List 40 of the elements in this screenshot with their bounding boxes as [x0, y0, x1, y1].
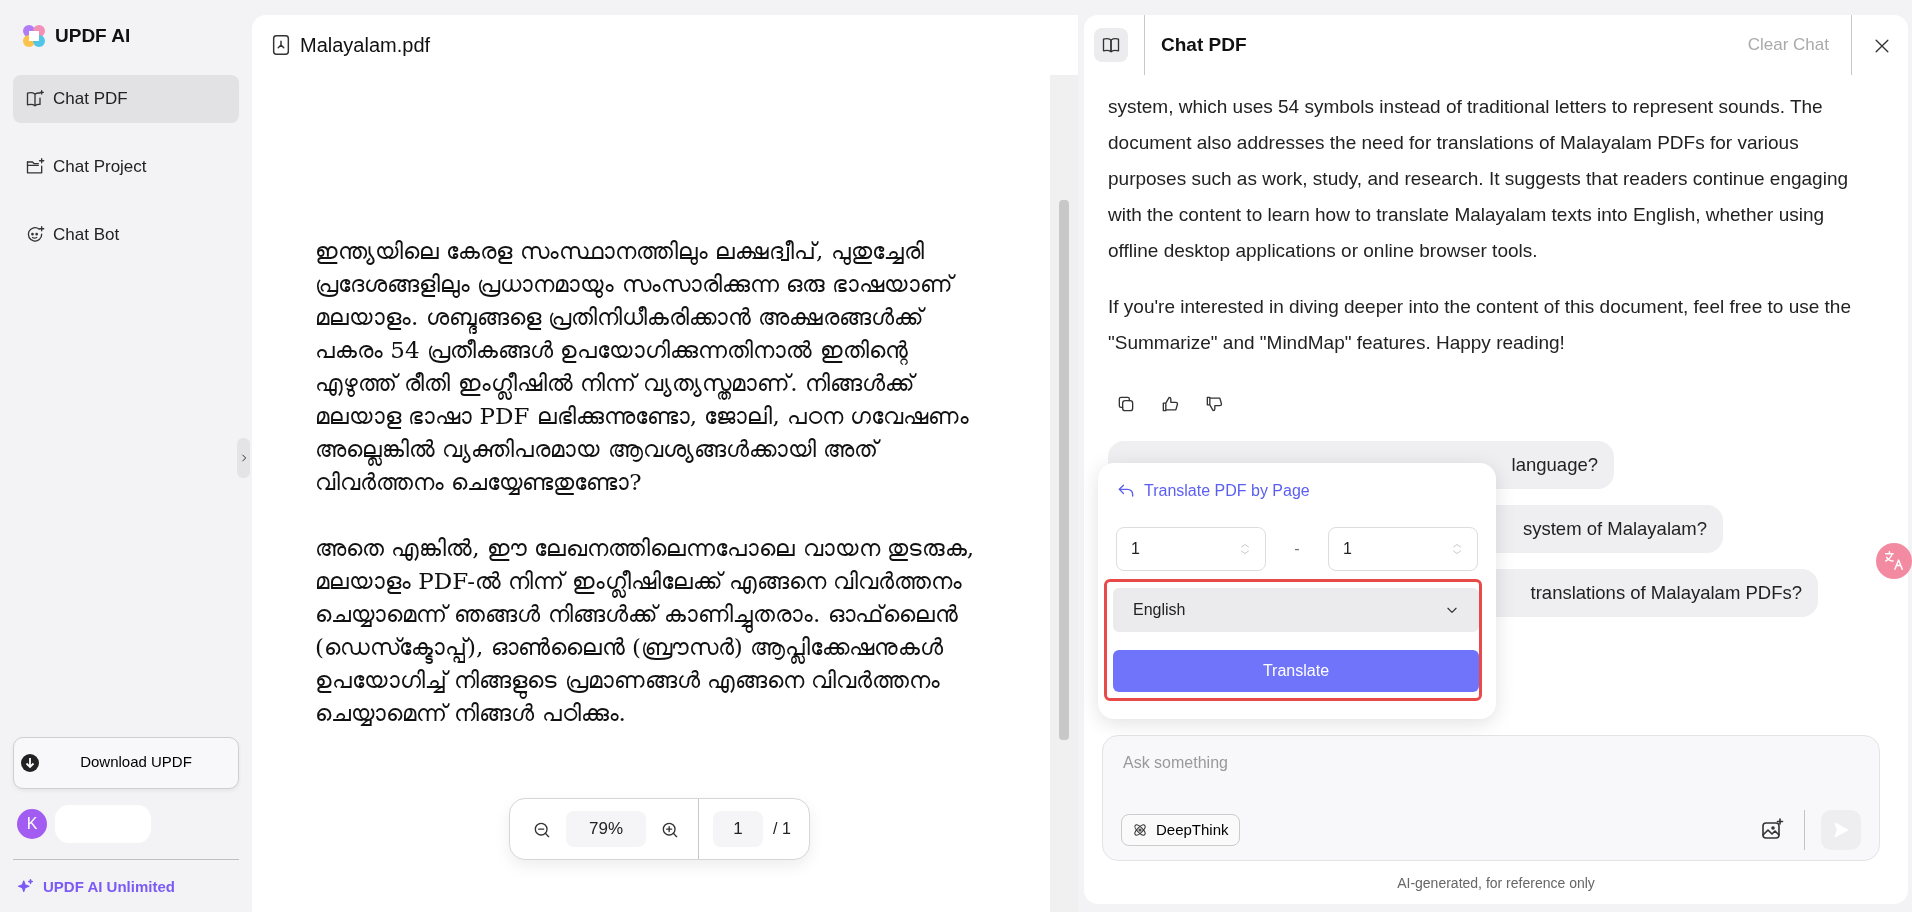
thumbs-up-icon [1160, 394, 1180, 414]
folder-icon [25, 156, 45, 177]
user-avatar[interactable]: K [17, 808, 47, 839]
range-separator: - [1294, 539, 1300, 559]
book-button[interactable] [1094, 28, 1128, 62]
download-icon [20, 752, 40, 773]
zoom-level-field[interactable]: 79% [566, 811, 646, 847]
page-number-input[interactable]: 1 [1328, 527, 1478, 571]
logo-icon [21, 23, 47, 50]
document-paragraph: അതെ എങ്കിൽ, ഈ ലേഖനത്തിലെന്നപോലെ വായന തുടരുക, മലയാളം PDF-ൽ നിന്ന് ഇംഗ്ലീഷിലേക്ക് എങ്ങനെ വിവർത്തനം ചെയ്യാമെന്ന് ഞങ്ങൾ നിങ്ങൾക്ക് കാണിച്ചുതരാം. ഓഫ്‌ലൈൻ (ഡെസ്ക്ടോപ്പ്), ഓൺലൈൻ (ബ്രൗസർ) ആപ്ലിക്കേഷനുകൾ ഉപയോഗിച്ച് നിങ്ങളുടെ പ്രമാണങ്ങൾ എങ്ങനെ വിവർത്തനം ചെയ്യാമെന്ന് നിങ്ങൾ പഠിക്കും. [315, 534, 976, 728]
sidebar-item[interactable]: Chat Project [13, 142, 239, 191]
message-input[interactable]: Ask something [1121, 750, 1861, 776]
disclaimer-text: AI-generated, for reference only [1396, 874, 1596, 893]
page-number-input[interactable]: 1 [1116, 527, 1266, 571]
answer-paragraph: If you're interested in diving deeper into the content of this document, feel free to use the "Summarize" and "MindMap" features. Happy reading! [1108, 295, 1852, 355]
translate-icon [1883, 550, 1905, 572]
translate-button[interactable]: Translate [1113, 650, 1479, 692]
download-button[interactable]: Download UPDF [13, 736, 239, 789]
thumbs-down-icon [1204, 394, 1224, 414]
pdf-file-icon [270, 34, 292, 56]
bot-face-icon [25, 224, 45, 245]
book-icon [1101, 35, 1121, 55]
collapse-handle[interactable] [237, 438, 250, 478]
atom-icon [1132, 822, 1148, 838]
page-number-field[interactable]: 1 [713, 811, 763, 847]
language-select[interactable]: English [1113, 588, 1479, 632]
page-count: / 1 [773, 819, 791, 839]
document-title: Malayalam.pdf [300, 33, 431, 58]
upgrade-link[interactable]: UPDF AI Unlimited [43, 875, 175, 898]
deepthink-button[interactable]: DeepThink [1121, 813, 1240, 847]
scrollbar[interactable] [1050, 75, 1078, 912]
back-link[interactable]: Translate PDF by Page [1116, 479, 1310, 503]
document-paragraph: ഇന്ത്യയിലെ കേരള സംസ്ഥാനത്തിലും ലക്ഷദ്വീപ്, പുതുച്ചേരി പ്രദേശങ്ങളിലും പ്രധാനമായും സംസാരിക്കുന്ന ഒരു ഭാഷയാണ് മലയാളം. ശബ്ദങ്ങളെ പ്രതിനിധീകരിക്കാൻ അക്ഷരങ്ങൾക്ക് പകരം 54 പ്രതീകങ്ങൾ ഉപയോഗിക്കുന്നതിനാൽ ഇതിന്റെ എഴുത്ത് രീതി ഇംഗ്ലീഷിൽ നിന്ന് വ്യത്യസ്തമാണ്. നിങ്ങൾക്ക് മലയാള ഭാഷാ PDF ലഭിക്കുന്നുണ്ടോ, ജോലി, പഠന ഗവേഷണം അല്ലെങ്കിൽ വ്യക്തിപരമായ ആവശ്യങ്ങൾക്കായി അത് വിവർത്തനം ചെയ്യേണ്ടതുണ്ടോ? [315, 237, 971, 497]
copy-icon [1116, 394, 1136, 414]
sidebar-item[interactable]: Chat Bot [13, 210, 239, 259]
panel-title: Chat PDF [1161, 32, 1248, 57]
sidebar-item[interactable]: Chat PDF [13, 74, 239, 123]
app-logo-text: UPDF AI [55, 24, 131, 48]
answer-paragraph: system, which uses 54 symbols instead of traditional letters to represent sounds. The document also addresses the need for translations of Malayalam PDFs for various purposes such as work, study, and research. It suggests that readers continue engaging with the content to learn how to translate Malayalam texts into English, whether using offline desktop applications or online browser tools. [1108, 95, 1850, 263]
book-icon [25, 88, 45, 109]
